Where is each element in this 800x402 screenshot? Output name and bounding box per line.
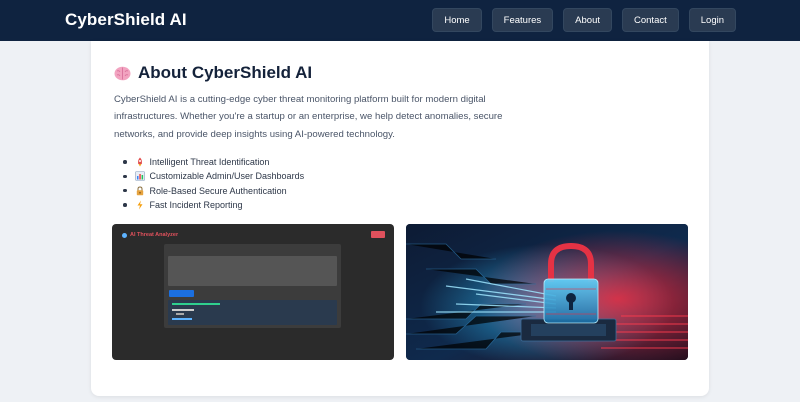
nav-features-button[interactable]: Features (491, 8, 554, 32)
feature-list: Intelligent Threat Identification Custom… (123, 155, 304, 212)
nav-about-button[interactable]: About (563, 8, 612, 32)
brain-icon (114, 66, 131, 81)
feature-item: Role-Based Secure Authentication (123, 184, 304, 198)
app-preview-analyze-button (169, 290, 194, 297)
app-preview-image: AI Threat Analyzer (112, 224, 394, 360)
feature-item: Fast Incident Reporting (123, 198, 304, 212)
nav-menu: Home Features About Contact Login (432, 8, 736, 32)
nav-login-button[interactable]: Login (688, 8, 736, 32)
cyber-lock-image (406, 224, 688, 360)
app-preview-panel (164, 244, 341, 328)
about-card: About CyberShield AI CyberShield AI is a… (91, 41, 709, 396)
about-heading: About CyberShield AI (114, 63, 312, 83)
about-title: About CyberShield AI (138, 63, 313, 82)
feature-item: Intelligent Threat Identification (123, 155, 304, 169)
app-preview-title: AI Threat Analyzer (122, 232, 178, 238)
rocket-icon (135, 157, 145, 167)
about-description: CyberShield AI is a cutting-edge cyber t… (114, 94, 503, 140)
feature-label: Role-Based Secure Authentication (149, 185, 287, 196)
feature-label: Fast Incident Reporting (149, 200, 243, 211)
nav-contact-button[interactable]: Contact (622, 8, 679, 32)
top-navbar: CyberShield AI Home Features About Conta… (0, 0, 800, 41)
nav-home-button[interactable]: Home (432, 8, 482, 32)
lock-icon (135, 186, 145, 196)
feature-label: Intelligent Threat Identification (149, 157, 270, 168)
feature-item: Customizable Admin/User Dashboards (123, 169, 304, 183)
app-preview-result (168, 300, 337, 325)
app-preview-textarea (168, 256, 337, 286)
feature-label: Customizable Admin/User Dashboards (149, 171, 305, 182)
brand-logo[interactable]: CyberShield AI (65, 10, 187, 30)
app-preview-logout-button (371, 231, 385, 238)
chart-icon (134, 171, 145, 182)
lightning-icon (135, 200, 145, 210)
shield-icon (122, 232, 127, 238)
